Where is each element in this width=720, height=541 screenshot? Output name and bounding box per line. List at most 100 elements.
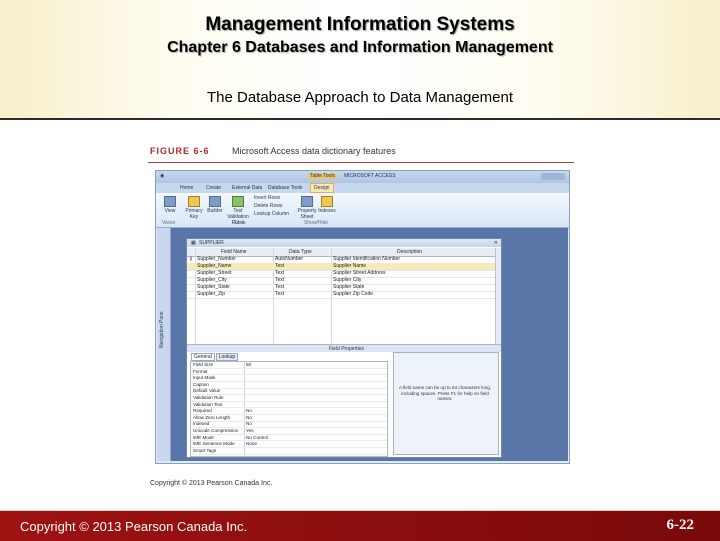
property-value[interactable]: None (246, 441, 257, 446)
property-value[interactable]: No (246, 415, 252, 420)
lightning-icon (321, 196, 333, 207)
figure-header: FIGURE 6-6 Microsoft Access data diction… (148, 142, 574, 163)
table-icon: ▦ (191, 240, 196, 246)
description-cell[interactable]: Supplier Zip Code (333, 291, 373, 297)
figure-copyright: Copyright © 2013 Pearson Canada Inc. (150, 480, 273, 487)
ribbon: View Primary Key Builder Test Validation… (156, 193, 569, 228)
header-divider (0, 118, 720, 120)
description-cell[interactable]: Supplier City (333, 277, 361, 283)
field-name-cell[interactable]: Supplier_State (197, 284, 230, 290)
footer-copyright: Copyright © 2013 Pearson Canada Inc. (20, 519, 248, 534)
property-name: Caption (193, 381, 209, 387)
description-cell[interactable]: Supplier Name (333, 263, 366, 269)
builder-icon (209, 196, 221, 207)
property-row[interactable]: Smart Tags (191, 448, 387, 455)
help-text: A field name can be up to 64 characters … (398, 385, 492, 401)
page-number: 6-22 (666, 517, 695, 533)
check-icon (232, 196, 244, 207)
description-cell[interactable]: Supplier Identification Number (333, 256, 400, 262)
col-data-type[interactable]: Data Type (289, 249, 312, 255)
property-name: Allow Zero Length (193, 414, 231, 420)
lookup-column-label: Lookup Column (254, 211, 290, 217)
property-name: IME Sentence Mode (193, 441, 235, 447)
field-name-cell[interactable]: Supplier_Street (197, 270, 231, 276)
data-type-cell[interactable]: Text (275, 291, 284, 297)
access-window: ◉ Table Tools MICROSOFT ACCESS Home Crea… (155, 170, 570, 464)
property-sheet-button[interactable]: Property Sheet (296, 196, 318, 220)
property-name: Smart Tags (193, 447, 217, 453)
data-type-cell[interactable]: Text (275, 263, 284, 269)
property-value[interactable]: Yes (246, 428, 254, 433)
tab-lookup[interactable]: Lookup (215, 353, 239, 361)
help-panel: A field name can be up to 64 characters … (393, 352, 499, 455)
primary-key-icon: ⚷ (189, 256, 193, 262)
navigation-pane[interactable]: Navigation Pane (157, 228, 171, 461)
property-name: Format (193, 368, 208, 374)
property-name: IME Mode (193, 434, 214, 440)
property-name: Default Value (193, 388, 221, 394)
property-name: Required (193, 408, 212, 414)
group-tools-label: Tools (234, 220, 246, 226)
description-cell[interactable]: Supplier Street Address (333, 270, 386, 276)
data-type-cell[interactable]: Text (275, 284, 284, 290)
table-row[interactable]: Supplier_Zip Text Supplier Zip Code (187, 291, 501, 299)
property-name: Unicode Compression (193, 428, 239, 433)
slide-title: The Database Approach to Data Management (206, 89, 514, 106)
property-name: Field Size (193, 362, 214, 367)
document-tab[interactable]: ▦ SUPPLIER ✕ (187, 239, 501, 247)
tab-external-data[interactable]: External Data (232, 185, 262, 191)
window-titlebar: ◉ Table Tools MICROSOFT ACCESS (156, 171, 569, 183)
context-tab-label: Table Tools (308, 173, 337, 179)
builder-label: Builder (207, 208, 223, 214)
property-sheet-label: Property Sheet (297, 208, 317, 220)
field-properties-bar: Field Properties (187, 344, 501, 352)
field-name-cell[interactable]: Supplier_Zip (197, 291, 225, 297)
table-design-window: ▦ SUPPLIER ✕ Field Name Data Type Descri… (186, 238, 502, 458)
data-type-cell[interactable]: AutoNumber (275, 256, 303, 262)
primary-key-button[interactable]: Primary Key (182, 196, 206, 220)
property-value[interactable]: No Control (246, 435, 268, 440)
grid-scrollbar[interactable] (495, 248, 501, 344)
tab-design[interactable]: Design (310, 183, 334, 193)
tab-create[interactable]: Create (206, 185, 221, 191)
group-views-label: Views (162, 220, 176, 226)
property-value[interactable]: 50 (246, 362, 251, 367)
field-name-cell[interactable]: Supplier_Number (197, 256, 236, 262)
chapter-subtitle: Chapter 6 Databases and Information Mana… (167, 39, 553, 56)
tab-database-tools[interactable]: Database Tools (268, 185, 302, 191)
property-value[interactable]: No (246, 408, 252, 413)
view-button[interactable]: View (160, 196, 180, 214)
window-controls[interactable] (541, 173, 565, 180)
builder-button[interactable]: Builder (206, 196, 224, 214)
indexes-button[interactable]: Indexes (318, 196, 336, 214)
property-grid: Field Size 50 Format Input Mask Caption D… (190, 361, 388, 457)
property-name: Validation Text (193, 401, 223, 407)
field-properties-label: Field Properties (329, 346, 365, 352)
tab-home[interactable]: Home (180, 185, 193, 191)
course-title: Management Information Systems (205, 14, 515, 35)
property-value[interactable]: No (246, 421, 252, 426)
datasheet-view-icon (164, 196, 176, 207)
property-name: Validation Rule (193, 395, 224, 400)
field-name-cell[interactable]: Supplier_City (197, 277, 227, 283)
col-field-name[interactable]: Field Name (221, 249, 247, 255)
col-description[interactable]: Description (397, 249, 422, 255)
field-name-cell[interactable]: Supplier_Name (197, 263, 231, 269)
property-tabs: General Lookup (191, 353, 239, 361)
view-label: View (164, 208, 176, 214)
office-button-icon[interactable]: ◉ (160, 173, 164, 179)
delete-rows-button[interactable]: Delete Rows (254, 203, 282, 209)
property-name: Indexed (193, 421, 210, 427)
data-type-cell[interactable]: Text (275, 277, 284, 283)
close-icon[interactable]: ✕ (494, 240, 498, 246)
lookup-column-button[interactable]: Lookup Column (254, 211, 289, 217)
indexes-label: Indexes (318, 208, 336, 214)
property-name: Input Mask (193, 375, 216, 381)
tab-general[interactable]: General (191, 353, 215, 361)
insert-rows-button[interactable]: Insert Rows (254, 195, 280, 201)
description-cell[interactable]: Supplier State (333, 284, 364, 290)
group-showhide-label: Show/Hide (304, 220, 329, 226)
slide-footer: Copyright © 2013 Pearson Canada Inc. 6-2… (0, 510, 720, 541)
property-sheet-icon (301, 196, 313, 207)
data-type-cell[interactable]: Text (275, 270, 284, 276)
